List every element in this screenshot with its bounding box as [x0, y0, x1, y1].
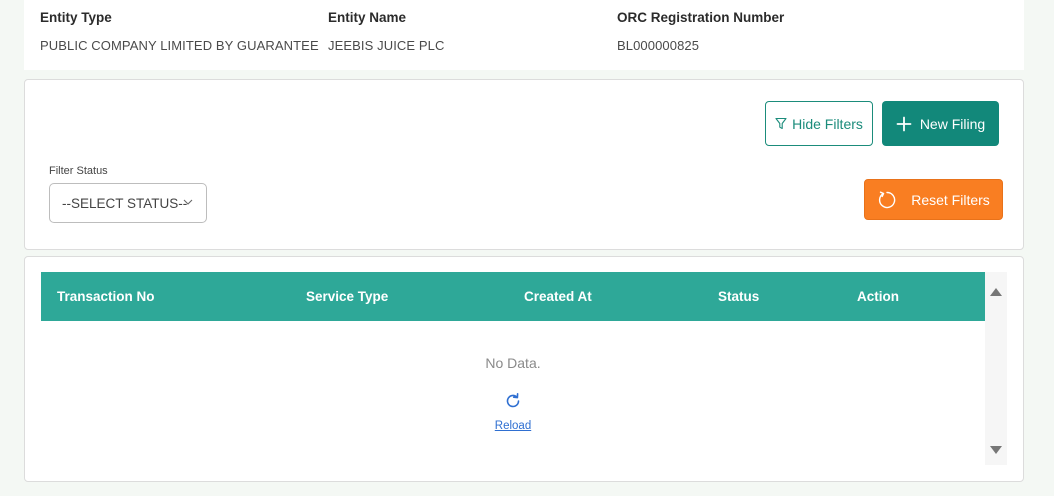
filter-card: Hide Filters New Filing Filter Status --… [24, 79, 1024, 250]
refresh-icon [877, 190, 897, 210]
reset-filters-button[interactable]: Reset Filters [864, 179, 1003, 220]
column-header-created-at[interactable]: Created At [524, 289, 592, 304]
reload-icon[interactable] [503, 391, 523, 411]
new-filing-label: New Filing [919, 115, 986, 132]
entity-name-value: JEEBIS JUICE PLC [328, 38, 445, 53]
hide-filters-button[interactable]: Hide Filters [765, 101, 873, 146]
column-header-status[interactable]: Status [718, 289, 759, 304]
entity-type-label: Entity Type [40, 10, 112, 25]
orc-number-value: BL000000825 [617, 38, 700, 53]
reset-filters-label: Reset Filters [911, 191, 990, 208]
entity-name-label: Entity Name [328, 10, 407, 25]
entity-info-panel: Entity Type PUBLIC COMPANY LIMITED BY GU… [24, 0, 1024, 70]
scroll-up-arrow-icon[interactable] [989, 284, 1003, 302]
orc-number-block: ORC Registration Number BL000000825 [617, 10, 784, 53]
scroll-down-arrow-icon[interactable] [989, 442, 1003, 460]
entity-type-block: Entity Type PUBLIC COMPANY LIMITED BY GU… [40, 10, 319, 53]
transactions-table-card: Transaction No Service Type Created At S… [24, 256, 1024, 482]
funnel-icon [775, 117, 787, 130]
table-scrollbar[interactable] [985, 272, 1007, 465]
status-select[interactable]: --SELECT STATUS-- [49, 183, 207, 223]
column-header-action[interactable]: Action [857, 289, 899, 304]
entity-name-block: Entity Name JEEBIS JUICE PLC [328, 10, 444, 53]
new-filing-button[interactable]: New Filing [882, 101, 999, 146]
column-header-transaction-no[interactable]: Transaction No [57, 289, 155, 304]
plus-icon [896, 116, 912, 132]
empty-state-text: No Data. [485, 355, 541, 371]
reload-link-wrap: Reload [25, 420, 1001, 432]
status-select-value: --SELECT STATUS-- [62, 195, 188, 211]
entity-type-value: PUBLIC COMPANY LIMITED BY GUARANTEE [40, 38, 319, 53]
chevron-down-icon [182, 196, 194, 211]
column-header-service-type[interactable]: Service Type [306, 289, 388, 304]
table-header: Transaction No Service Type Created At S… [41, 272, 985, 321]
reload-link[interactable]: Reload [495, 420, 531, 432]
hide-filters-label: Hide Filters [792, 115, 863, 132]
orc-number-label: ORC Registration Number [617, 10, 785, 25]
filter-status-label: Filter Status [49, 165, 108, 177]
